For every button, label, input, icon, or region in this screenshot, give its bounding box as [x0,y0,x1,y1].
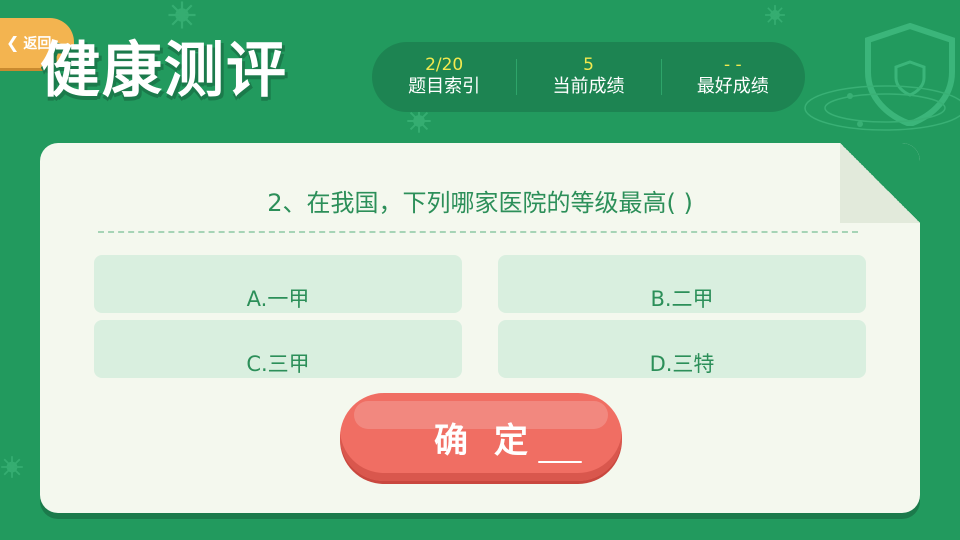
virus-icon [168,1,196,29]
stat-label: 题目索引 [408,76,481,97]
confirm-button[interactable]: 确定 [340,393,622,481]
page-title: 健康测评 [40,36,288,106]
question-card: 2、在我国，下列哪家医院的等级最高( ) A.一甲 B.二甲 C.三甲 D.三特… [40,143,920,513]
question-text: 2、在我国，下列哪家医院的等级最高( ) [267,189,693,217]
shield-icon [865,22,955,126]
stat-current-score: 5 当前成绩 [516,55,660,99]
stat-value: 2/20 [425,55,464,75]
option-c[interactable]: C.三甲 [94,320,462,378]
stat-value: 5 [583,55,594,75]
virus-icon [1,456,23,478]
option-d[interactable]: D.三特 [498,320,866,378]
stat-question-index: 2/20 题目索引 [372,55,516,99]
stat-best-score: - - 最好成绩 [660,55,805,99]
chevron-left-icon: ❮ [6,33,20,52]
orbit-decoration [804,85,960,131]
virus-icon [765,5,785,25]
confirm-label: 确定 [434,420,554,461]
stat-label: 最好成绩 [696,76,769,97]
stat-label: 当前成绩 [552,76,625,97]
option-b[interactable]: B.二甲 [498,255,866,313]
option-a[interactable]: A.一甲 [94,255,462,313]
stats-bar: 2/20 题目索引 5 当前成绩 - - 最好成绩 [372,42,805,112]
divider [98,231,858,233]
button-underline [538,461,582,463]
stat-value: - - [723,55,742,75]
